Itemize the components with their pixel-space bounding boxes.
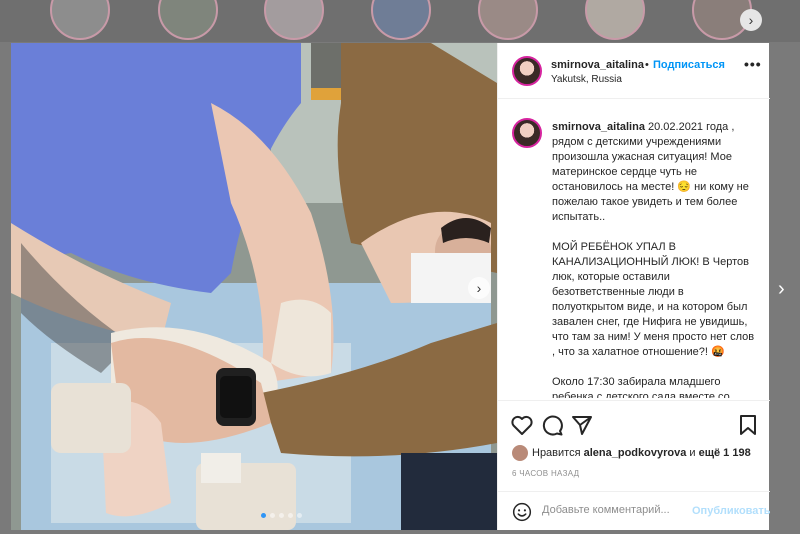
stories-strip: › — [0, 0, 800, 42]
post-modal: › smirnova_aitalina • Подписаться Yakuts… — [11, 43, 771, 531]
photo-next-button[interactable]: › — [468, 277, 490, 299]
likes-summary: Нравится alena_podkovyrova и ещё 1 198 — [532, 447, 751, 459]
liker-avatar[interactable] — [512, 445, 528, 461]
more-options-button[interactable]: ••• — [744, 56, 762, 72]
carousel-dot — [288, 513, 293, 518]
header-separator: • — [645, 59, 649, 71]
caption-avatar[interactable] — [512, 118, 542, 148]
carousel-dot — [261, 513, 266, 518]
comment-icon[interactable] — [540, 413, 564, 437]
publish-button[interactable]: Опубликовать — [692, 505, 771, 517]
stories-next-button[interactable]: › — [740, 9, 762, 31]
heart-icon[interactable] — [510, 413, 534, 437]
carousel-dot — [270, 513, 275, 518]
story-avatar[interactable] — [158, 0, 218, 40]
caption-paragraph: МОЙ РЕБЁНОК УПАЛ В КАНАЛИЗАЦИОННЫЙ ЛЮК! … — [552, 241, 755, 358]
follow-button[interactable]: Подписаться — [653, 59, 725, 71]
likes-count-link[interactable]: ещё 1 198 — [699, 447, 751, 459]
post-header: smirnova_aitalina • Подписаться Yakutsk,… — [498, 43, 770, 99]
action-bar: Нравится alena_podkovyrova и ещё 1 198 6… — [498, 400, 771, 531]
carousel-dot — [279, 513, 284, 518]
post-timestamp[interactable]: 6 ЧАСОВ НАЗАД — [512, 469, 579, 478]
author-username[interactable]: smirnova_aitalina — [551, 59, 644, 71]
caption-paragraph: smirnova_aitalina 20.02.2021 года , рядо… — [552, 120, 758, 225]
carousel-dot — [297, 513, 302, 518]
comment-box: Опубликовать — [498, 491, 771, 531]
caption-line: 20.02.2021 года , рядом с детскими учреж… — [552, 121, 749, 223]
story-avatar[interactable] — [264, 0, 324, 40]
story-avatar[interactable] — [50, 0, 110, 40]
likes-and: и — [689, 447, 696, 459]
bookmark-icon[interactable] — [736, 413, 760, 437]
smile-icon[interactable] — [512, 502, 532, 522]
caption-text: smirnova_aitalina 20.02.2021 года , рядо… — [552, 120, 758, 398]
story-avatar[interactable] — [478, 0, 538, 40]
story-avatar[interactable] — [585, 0, 645, 40]
post-location[interactable]: Yakutsk, Russia — [551, 74, 622, 85]
author-avatar[interactable] — [512, 56, 542, 86]
caption-username[interactable]: smirnova_aitalina — [552, 121, 645, 133]
caption-paragraph: Около 17:30 забирала младшего ребенка с … — [552, 376, 730, 398]
post-photo: › — [11, 43, 497, 530]
comment-input[interactable] — [542, 504, 682, 516]
post-photo-illustration — [11, 43, 497, 530]
liker-username[interactable]: alena_podkovyrova — [584, 447, 687, 459]
likes-prefix: Нравится — [532, 447, 581, 459]
story-avatar[interactable] — [371, 0, 431, 40]
caption-area: smirnova_aitalina 20.02.2021 года , рядо… — [498, 100, 770, 398]
next-post-button[interactable]: › — [778, 278, 785, 301]
share-icon[interactable] — [570, 413, 594, 437]
carousel-indicator — [261, 513, 302, 518]
post-sidebar: smirnova_aitalina • Подписаться Yakutsk,… — [497, 43, 771, 531]
